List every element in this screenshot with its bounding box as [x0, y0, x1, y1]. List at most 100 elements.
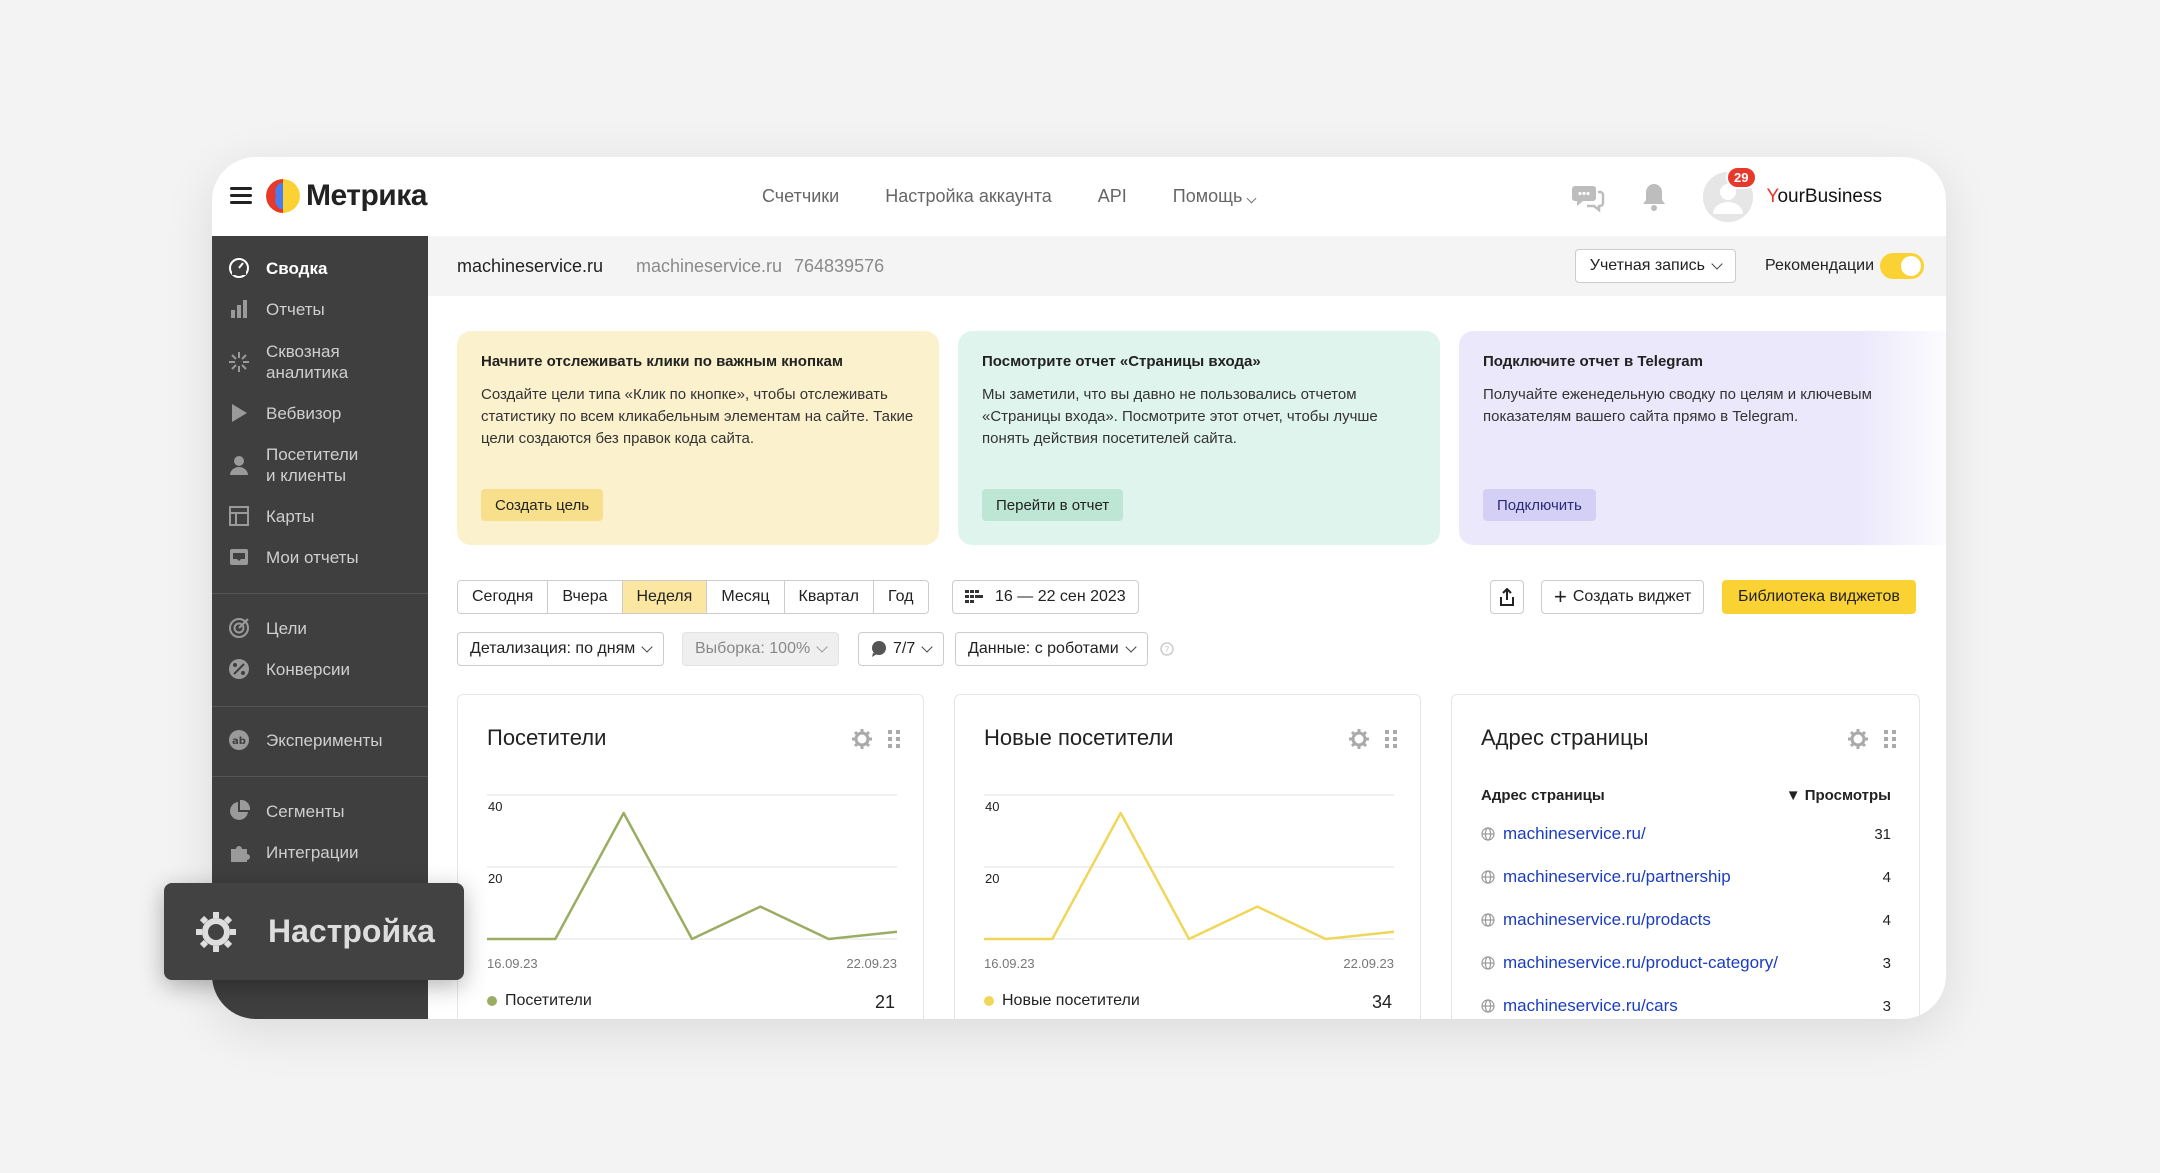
y-tick-label: 20	[488, 871, 502, 886]
sample-dropdown[interactable]: Выборка: 100%	[682, 632, 840, 666]
segment-dropdown[interactable]: 7/7	[858, 632, 945, 666]
sidebar-divider	[212, 706, 428, 707]
sidebar-item-label: Конверсии	[266, 659, 350, 679]
metrika-logo-icon	[266, 179, 300, 213]
sidebar-item-integrations[interactable]: Интеграции	[228, 841, 359, 863]
drag-handle-icon[interactable]	[1384, 728, 1398, 750]
sidebar-item-end-to-end-analytics[interactable]: Сквозная аналитика	[228, 341, 348, 383]
svg-text:?: ?	[1165, 646, 1170, 656]
sidebar-item-webvisor[interactable]: Вебвизор	[228, 402, 341, 424]
account-dropdown-label: Учетная запись	[1589, 257, 1705, 274]
sidebar-item-summary[interactable]: Сводка	[228, 257, 327, 279]
chat-icon[interactable]	[1571, 180, 1605, 214]
menu-icon[interactable]	[230, 183, 252, 209]
pie-icon	[230, 800, 250, 820]
legend-label: Посетители	[505, 992, 592, 1009]
account-name[interactable]: YourBusiness	[1767, 186, 1883, 208]
top-nav: Счетчики Настройка аккаунта API Помощь	[762, 157, 1257, 236]
sidebar-item-label: Сквозная аналитика	[266, 342, 349, 382]
y-tick-label: 40	[488, 799, 502, 814]
card-telegram: Подключите отчет в Telegram Получайте еж…	[1459, 331, 1946, 545]
recommendations-toggle[interactable]	[1880, 253, 1924, 279]
sidebar-item-label: Вебвизор	[266, 403, 342, 423]
sidebar-item-my-reports[interactable]: Мои отчеты	[228, 546, 359, 568]
data-dropdown[interactable]: Данные: с роботами	[955, 632, 1148, 666]
create-goal-button[interactable]: Создать цель	[481, 489, 604, 521]
drag-handle-icon[interactable]	[887, 728, 901, 750]
sidebar-item-visitors-clients[interactable]: Посетители и клиенты	[228, 444, 358, 486]
ab-icon: ab	[229, 730, 249, 750]
nav-help[interactable]: Помощь	[1172, 186, 1257, 207]
date-range-picker[interactable]: 16 — 22 сен 2023	[952, 580, 1139, 614]
create-widget-button[interactable]: + Создать виджет	[1541, 580, 1705, 614]
create-widget-label: Создать виджет	[1572, 588, 1692, 605]
sparkle-icon	[229, 352, 249, 372]
counter-id: 764839576	[794, 256, 885, 276]
export-button[interactable]	[1490, 580, 1524, 614]
nav-account-settings[interactable]: Настройка аккаунта	[885, 186, 1052, 207]
chevron-down-icon	[1124, 640, 1137, 653]
sidebar-item-conversions[interactable]: Конверсии	[228, 658, 350, 680]
nav-help-label: Помощь	[1172, 186, 1243, 206]
period-month[interactable]: Месяц	[707, 581, 785, 613]
help-icon[interactable]: ?	[1160, 642, 1174, 656]
connect-button[interactable]: Подключить	[1483, 489, 1596, 521]
site-name[interactable]: machineservice.ru	[457, 256, 603, 277]
sample-label: Выборка: 100%	[695, 640, 811, 657]
page-url-link[interactable]: machineservice.ru/product-category/	[1503, 953, 1778, 973]
card-text: Получайте еженедельную сводку по целям и…	[1483, 386, 1872, 425]
widget-page-address: Адрес страницы Адрес страницы ▼ Просмотр…	[1451, 694, 1920, 1019]
sidebar-item-experiments[interactable]: ab Эксперименты	[228, 729, 383, 751]
sidebar-item-maps[interactable]: Карты	[228, 505, 314, 527]
card-title: Начните отслеживать клики по важным кноп…	[481, 353, 843, 370]
page-url-link[interactable]: machineservice.ru/prodacts	[1503, 910, 1711, 930]
logo-text: Метрика	[306, 179, 427, 212]
period-week[interactable]: Неделя	[622, 581, 708, 613]
gear-icon[interactable]	[1847, 728, 1869, 750]
sidebar-item-settings[interactable]: Настройка	[164, 883, 464, 980]
nav-counters[interactable]: Счетчики	[762, 186, 839, 207]
page-url-link[interactable]: machineservice.ru/partnership	[1503, 867, 1731, 887]
bell-icon[interactable]	[1637, 180, 1671, 214]
date-range-label: 16 — 22 сен 2023	[995, 588, 1126, 605]
column-views-header[interactable]: ▼ Просмотры	[1786, 787, 1891, 804]
go-to-report-button[interactable]: Перейти в отчет	[982, 489, 1124, 521]
nav-api[interactable]: API	[1098, 186, 1127, 207]
map-grid-icon	[229, 506, 249, 526]
gear-icon[interactable]	[1348, 728, 1370, 750]
column-url-header: Адрес страницы	[1481, 787, 1605, 804]
period-year[interactable]: Год	[874, 581, 928, 613]
page-views: 4	[1882, 868, 1891, 886]
app-window: Метрика Счетчики Настройка аккаунта API …	[212, 157, 1946, 1019]
page-url-link[interactable]: machineservice.ru/cars	[1503, 996, 1678, 1016]
detail-dropdown[interactable]: Детализация: по дням	[457, 632, 665, 666]
globe-icon	[1481, 827, 1495, 841]
gear-icon[interactable]	[851, 728, 873, 750]
legend-dot	[984, 996, 994, 1006]
period-yesterday[interactable]: Вчера	[548, 581, 623, 613]
widget-new-visitors: Новые посетители 20 40 16.09.23 22.09.23 Но…	[954, 694, 1421, 1019]
card-entry-pages: Посмотрите отчет «Страницы входа» Мы зам…	[958, 331, 1440, 545]
period-quarter[interactable]: Квартал	[784, 581, 875, 613]
period-today[interactable]: Сегодня	[458, 581, 549, 613]
sidebar-item-label: Сводка	[266, 258, 328, 278]
sidebar-item-goals[interactable]: Цели	[228, 617, 307, 639]
table-row: machineservice.ru/cars 3	[1481, 996, 1891, 1016]
drag-handle-icon[interactable]	[1883, 728, 1897, 750]
chart-legend: Посетители	[487, 992, 592, 1010]
widget-library-button[interactable]: Библиотека виджетов	[1722, 580, 1916, 614]
sidebar-item-segments[interactable]: Сегменты	[228, 800, 344, 822]
avatar[interactable]: 29	[1702, 165, 1757, 222]
chevron-down-icon	[1711, 257, 1723, 270]
page-url-link[interactable]: machineservice.ru/	[1503, 824, 1646, 844]
x-tick-label: 22.09.23	[1343, 956, 1394, 971]
table-row: machineservice.ru/31	[1481, 824, 1891, 844]
metrika-logo[interactable]: Метрика	[266, 176, 427, 216]
globe-icon	[1481, 956, 1495, 970]
dashboard-icon	[229, 258, 249, 278]
new-visitors-chart: 20 40 16.09.23 22.09.23	[984, 794, 1394, 971]
plus-icon: +	[1554, 584, 1567, 609]
sidebar-item-reports[interactable]: Отчеты	[228, 298, 325, 320]
account-dropdown[interactable]: Учетная запись	[1574, 249, 1736, 283]
series-line	[487, 811, 897, 941]
